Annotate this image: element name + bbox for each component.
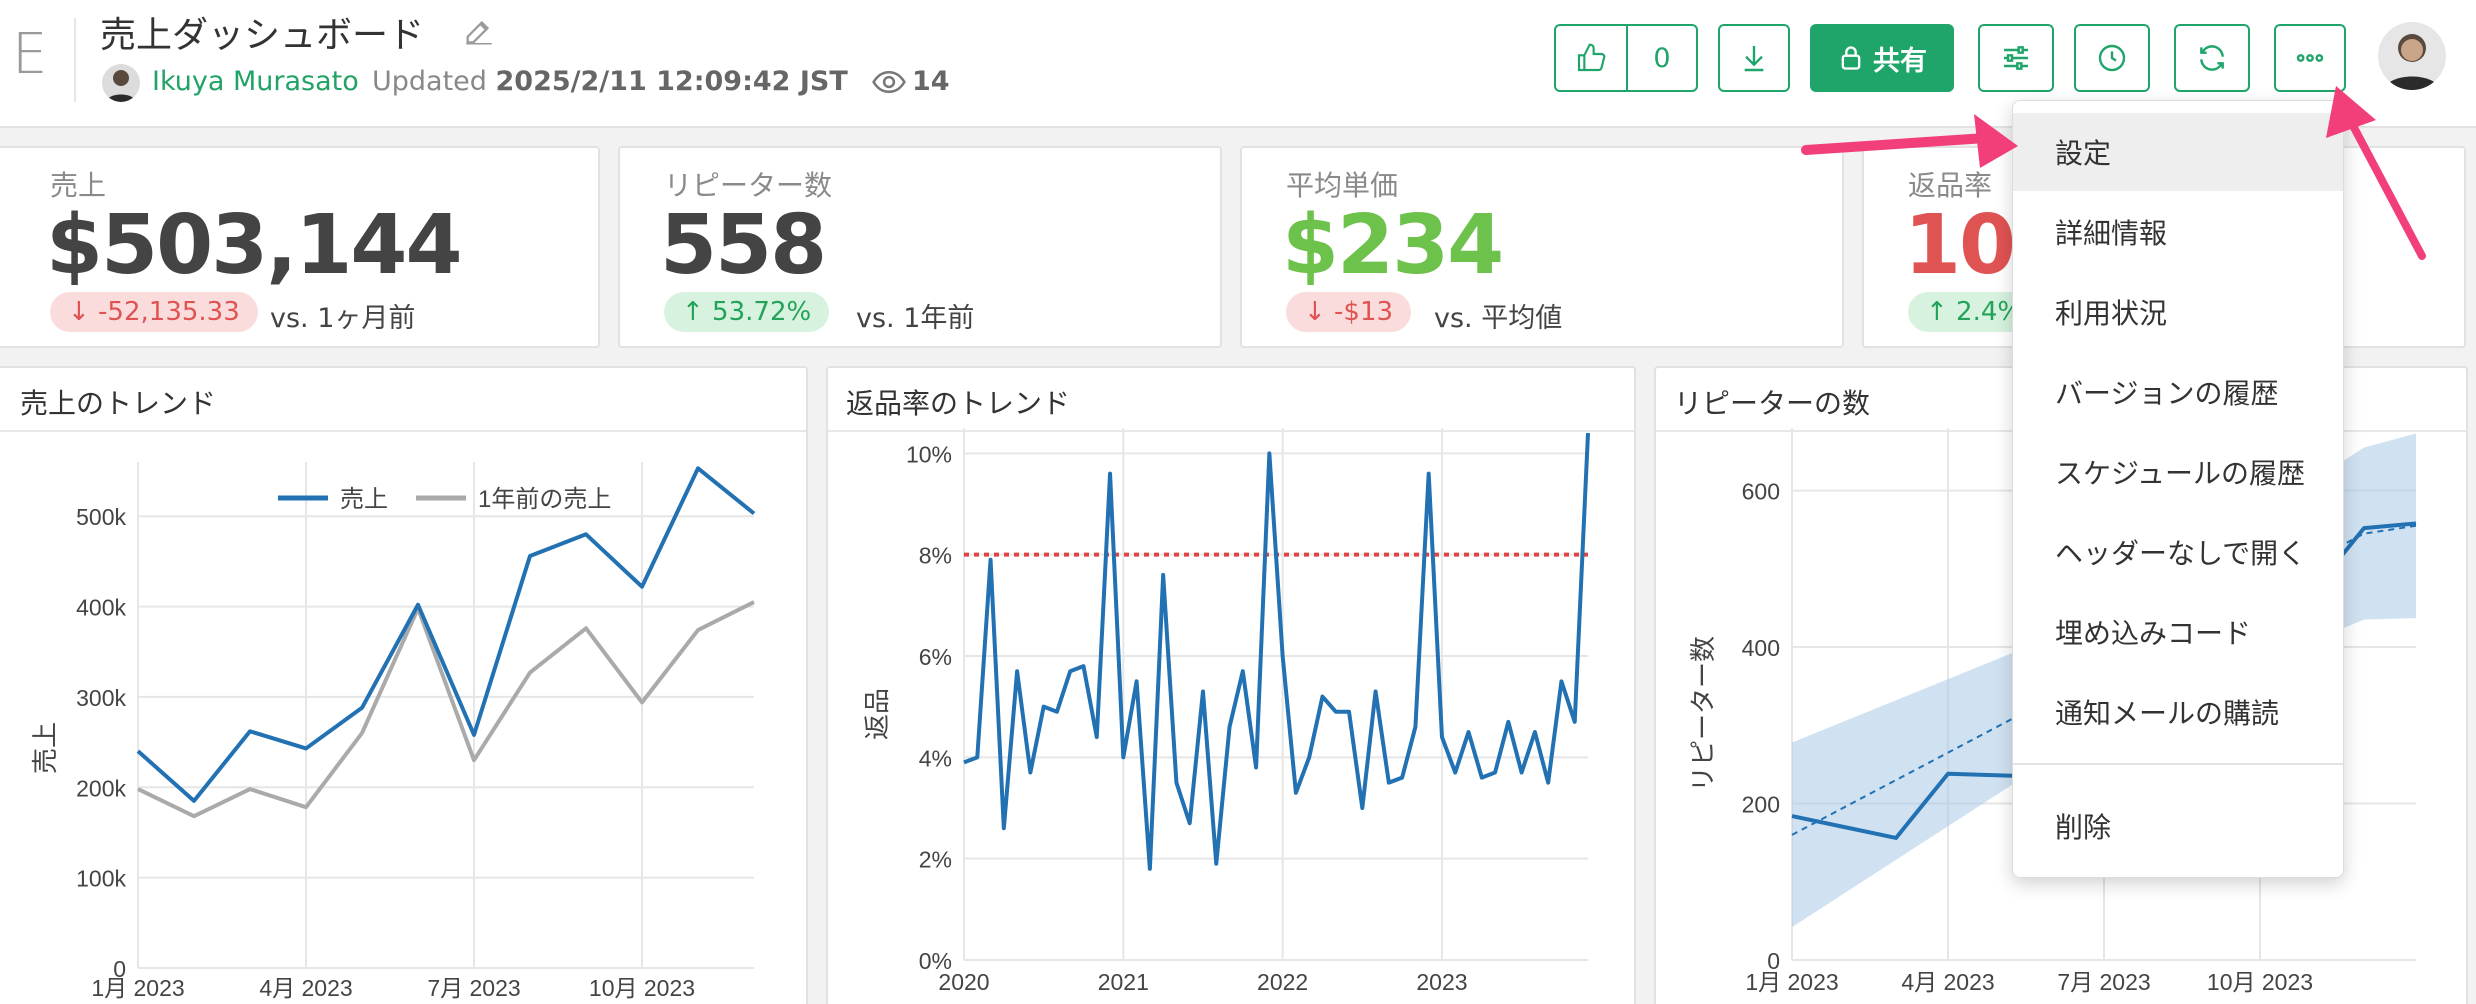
clock-icon bbox=[2098, 44, 2126, 72]
y-tick-label: 10% bbox=[906, 441, 952, 467]
y-tick-label: 600 bbox=[1742, 479, 1780, 505]
series-line bbox=[963, 432, 1590, 871]
menu-item[interactable]: 通知メールの購読 bbox=[2013, 673, 2343, 751]
refresh-button[interactable] bbox=[2174, 24, 2250, 92]
menu-item[interactable]: 設定 bbox=[2013, 113, 2343, 191]
x-tick-label: 2020 bbox=[938, 969, 989, 995]
updated-time: 2025/2/11 12:09:42 JST bbox=[495, 66, 848, 97]
kpi-card-avg-price: 平均単価 $234 ↓ -$13 vs. 平均値 bbox=[1240, 146, 1844, 348]
menu-item[interactable]: スケジュールの履歴 bbox=[2013, 433, 2343, 511]
kpi-compare: vs. 平均値 bbox=[1434, 303, 1563, 334]
panel-sales-trend: 売上のトレンド 0 100k 200k 300k 400k 500k 1月 2023 4月 2… bbox=[0, 366, 808, 1004]
more-icon bbox=[2296, 54, 2324, 62]
kpi-card-repeaters: リピーター数 558 ↑ 53.72% vs. 1年前 bbox=[618, 146, 1222, 348]
kpi-delta-badge: ↑ 53.72% bbox=[664, 292, 830, 332]
page-title: 売上ダッシュボード bbox=[100, 15, 425, 56]
more-button[interactable] bbox=[2274, 24, 2346, 92]
menu-item[interactable]: ヘッダーなしで開く bbox=[2013, 513, 2343, 591]
menu-item-delete[interactable]: 削除 bbox=[2013, 787, 2343, 865]
series-line-0 bbox=[136, 466, 756, 803]
x-tick-label: 10月 2023 bbox=[589, 975, 695, 1001]
x-tick-label: 1月 2023 bbox=[91, 975, 184, 1001]
y-tick-label: 400 bbox=[1742, 635, 1780, 661]
x-tick-label: 4月 2023 bbox=[1901, 969, 1994, 995]
user-avatar[interactable] bbox=[2378, 22, 2446, 90]
lock-icon bbox=[1841, 46, 1861, 70]
x-tick-label: 7月 2023 bbox=[427, 975, 520, 1001]
y-axis-label: 売上 bbox=[30, 722, 60, 774]
download-button[interactable] bbox=[1718, 24, 1790, 92]
panel-returns-trend: 返品率のトレンド 0% 2% 4% 6% 8% 10% 2020 2021 2022 2023 返品 bbox=[826, 366, 1636, 1004]
legend-label: 売上 bbox=[340, 486, 388, 513]
like-count[interactable]: 0 bbox=[1626, 26, 1696, 90]
y-tick-label: 300k bbox=[76, 685, 126, 711]
kpi-value: $503,144 bbox=[46, 198, 463, 293]
kpi-compare: vs. 1ヶ月前 bbox=[270, 303, 416, 334]
x-tick-label: 4月 2023 bbox=[259, 975, 352, 1001]
y-tick-label: 500k bbox=[76, 504, 126, 530]
kpi-card-sales: 売上 $503,144 ↓ -52,135.33 vs. 1ヶ月前 bbox=[0, 146, 600, 348]
y-tick-label: 200 bbox=[1742, 792, 1780, 818]
kpi-value: 558 bbox=[660, 198, 827, 293]
refresh-icon bbox=[2200, 45, 2224, 71]
y-tick-label: 4% bbox=[919, 745, 952, 771]
y-axis-label: リピーター数 bbox=[1688, 636, 1718, 792]
y-axis-label: 返品 bbox=[862, 688, 892, 740]
view-count: 14 bbox=[912, 66, 950, 97]
y-tick-label: 8% bbox=[919, 543, 952, 569]
returns-trend-chart[interactable]: 0%2%4%6%8%10%2020 2021 2022 2023返品 bbox=[828, 368, 1636, 1004]
menu-item[interactable]: 利用状況 bbox=[2013, 273, 2343, 351]
x-tick-label: 2021 bbox=[1098, 969, 1149, 995]
x-tick-label: 7月 2023 bbox=[2057, 969, 2150, 995]
menu-item[interactable]: 埋め込みコード bbox=[2013, 593, 2343, 671]
author-avatar[interactable] bbox=[102, 64, 140, 102]
download-icon bbox=[1744, 46, 1764, 72]
series-line-1 bbox=[137, 600, 755, 819]
x-tick-label: 1月 2023 bbox=[1745, 969, 1838, 995]
menu-item[interactable]: バージョンの履歴 bbox=[2013, 353, 2343, 431]
updated-info: Updated 2025/2/11 12:09:42 JST bbox=[372, 66, 848, 97]
sales-trend-chart[interactable]: 0100k200k300k400k500k1月 2023 4月 2023 7月 20… bbox=[0, 368, 808, 1004]
sliders-icon bbox=[2004, 46, 2028, 70]
app-logo[interactable]: E bbox=[12, 22, 47, 87]
y-tick-label: 200k bbox=[76, 775, 126, 801]
y-tick-label: 6% bbox=[919, 644, 952, 670]
menu-item[interactable]: 詳細情報 bbox=[2013, 193, 2343, 271]
x-tick-label: 10月 2023 bbox=[2207, 969, 2313, 995]
y-tick-label: 100k bbox=[76, 866, 126, 892]
kpi-delta-badge: ↓ -52,135.33 bbox=[50, 292, 258, 332]
eye-icon bbox=[872, 70, 906, 94]
kpi-value: $234 bbox=[1282, 198, 1504, 293]
x-tick-label: 2023 bbox=[1416, 969, 1467, 995]
more-menu: 設定 詳細情報 利用状況 バージョンの履歴 スケジュールの履歴 ヘッダーなしで開く 埋め込み… bbox=[2012, 100, 2344, 878]
history-button[interactable] bbox=[2074, 24, 2150, 92]
kpi-delta-badge: ↓ -$13 bbox=[1286, 292, 1412, 332]
kpi-compare: vs. 1年前 bbox=[856, 303, 975, 334]
header-divider bbox=[74, 18, 76, 102]
share-button[interactable]: 共有 bbox=[1810, 24, 1954, 92]
y-tick-label: 2% bbox=[919, 847, 952, 873]
legend-label: 1年前の売上 bbox=[478, 486, 611, 513]
author-name[interactable]: Ikuya Murasato bbox=[152, 66, 359, 97]
thumbs-up-icon[interactable] bbox=[1556, 26, 1626, 90]
filter-button[interactable] bbox=[1978, 24, 2054, 92]
menu-divider bbox=[2013, 763, 2343, 765]
y-tick-label: 400k bbox=[76, 595, 126, 621]
share-label: 共有 bbox=[1873, 45, 1927, 77]
edit-icon[interactable] bbox=[462, 14, 496, 48]
like-button[interactable]: 0 bbox=[1554, 24, 1698, 92]
x-tick-label: 2022 bbox=[1257, 969, 1308, 995]
